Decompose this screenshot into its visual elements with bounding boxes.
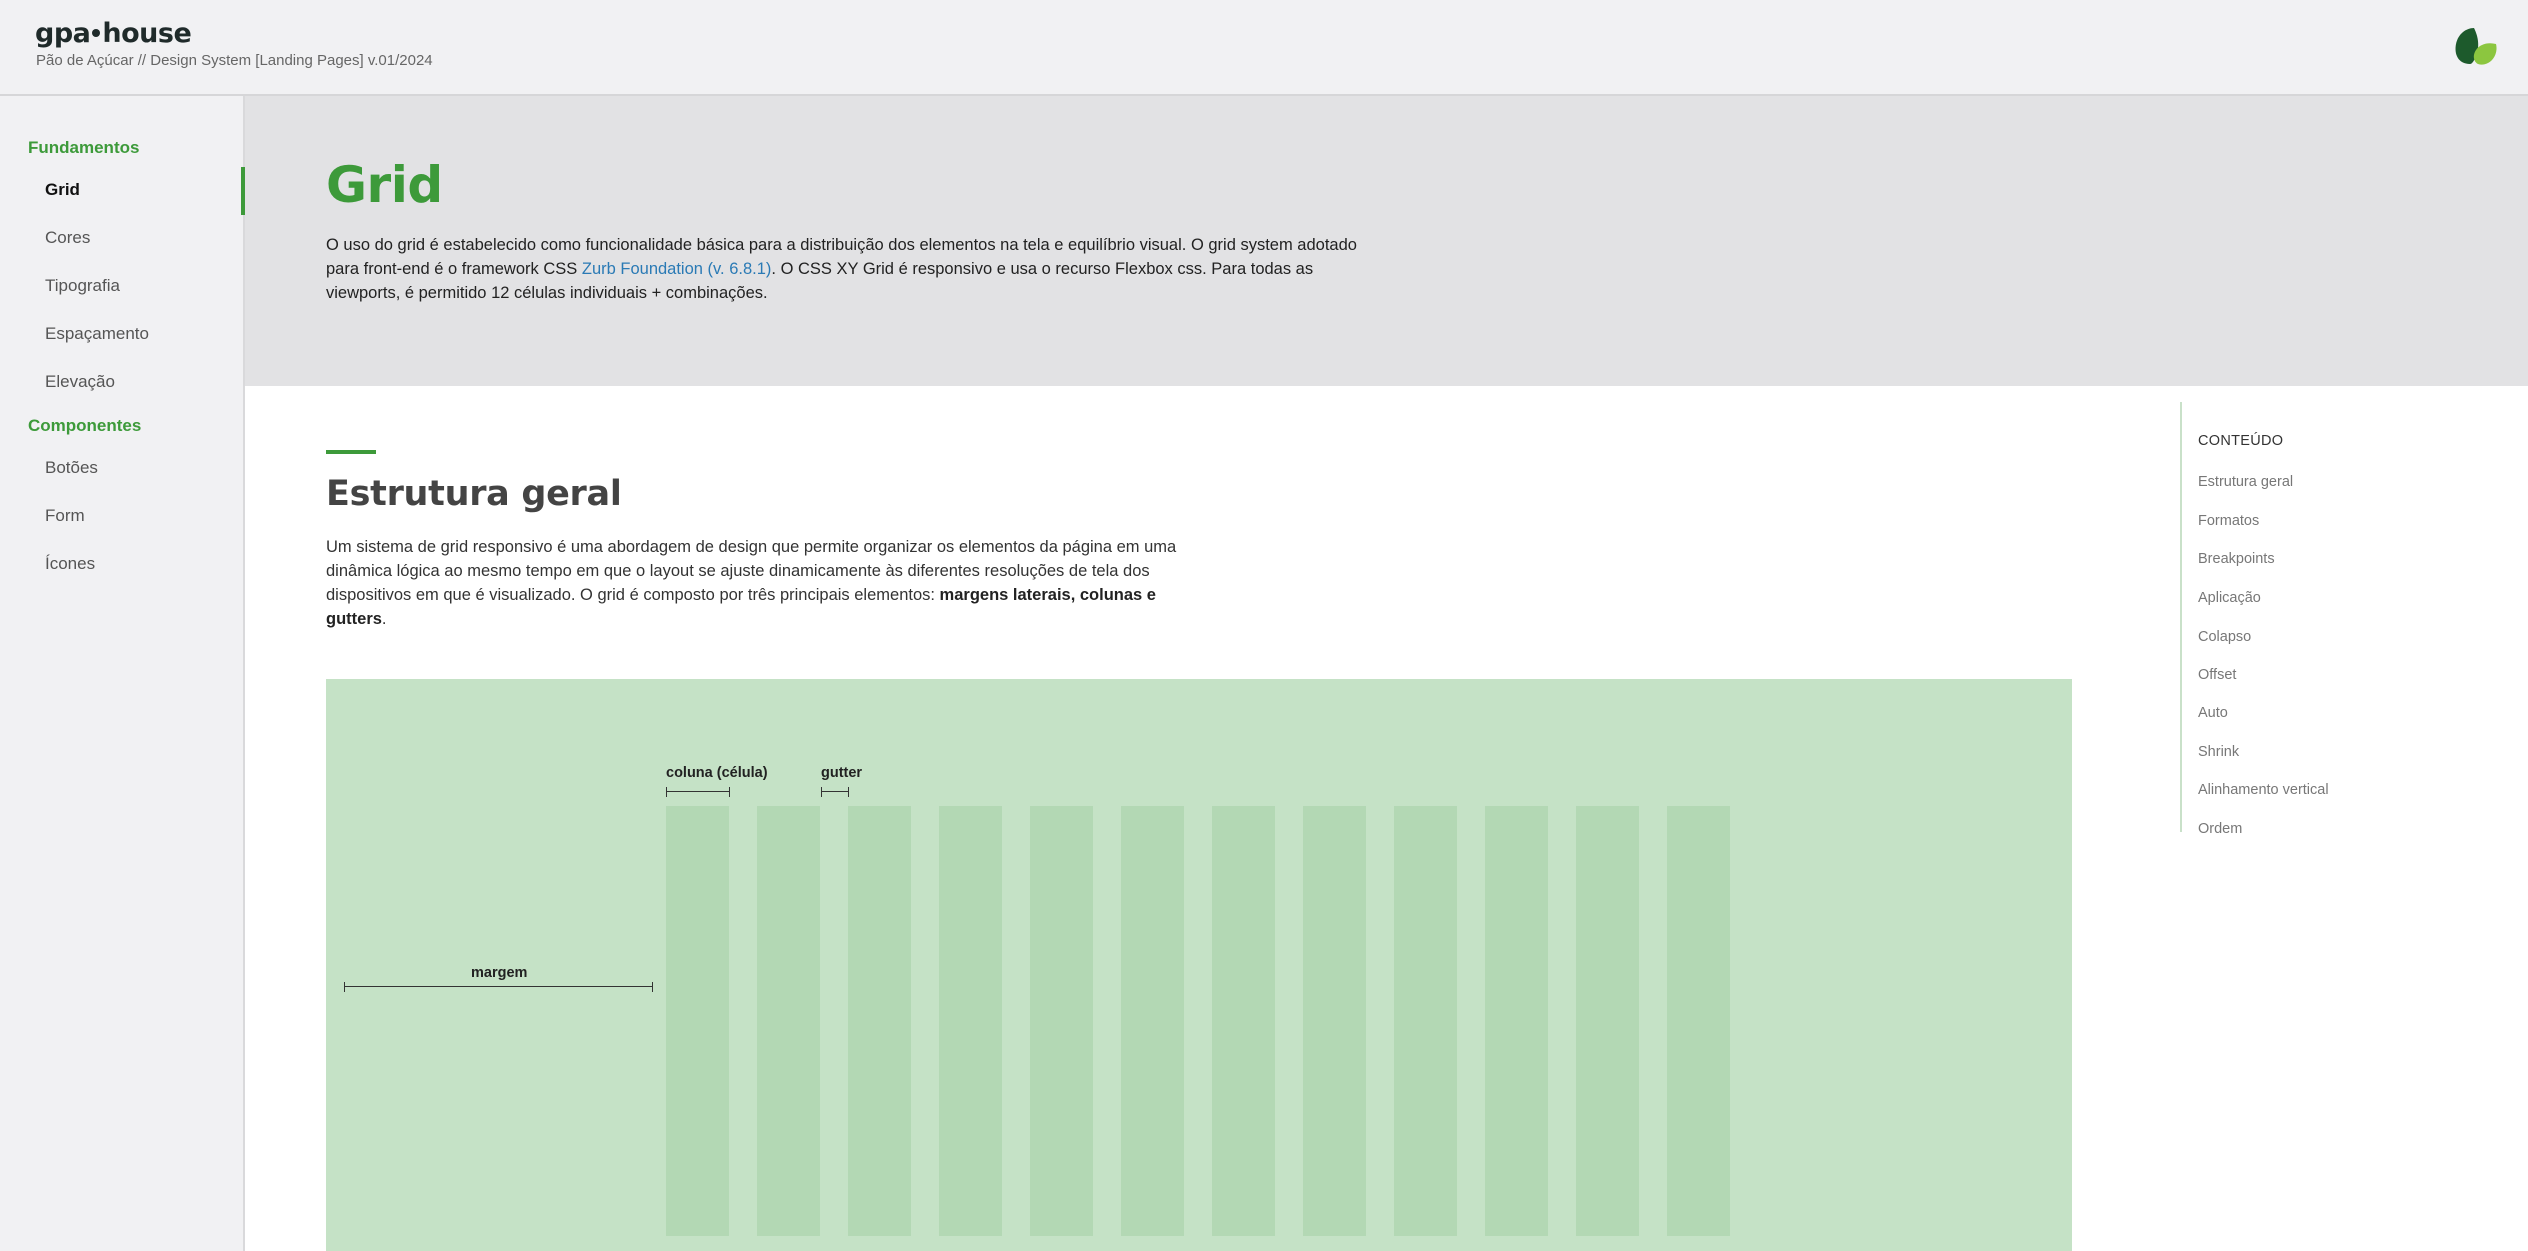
gutter-measure [821, 787, 849, 797]
toc-item-colapso[interactable]: Colapso [2198, 629, 2251, 645]
margin-measure [344, 982, 653, 992]
grid-column [1121, 806, 1184, 1236]
section-accent-line [326, 450, 376, 454]
grid-column [1394, 806, 1457, 1236]
section-description: Um sistema de grid responsivo é uma abor… [326, 535, 1196, 631]
toc-item-auto[interactable]: Auto [2198, 705, 2228, 721]
grid-column [1212, 806, 1275, 1236]
sidebar-item-form[interactable]: Form [45, 506, 85, 526]
sidebar-item-grid[interactable]: Grid [45, 180, 80, 200]
brand-dot [92, 28, 101, 37]
sidebar-item-elevacao[interactable]: Elevação [45, 372, 115, 392]
toc-item-offset[interactable]: Offset [2198, 667, 2236, 683]
sidebar-item-tipografia[interactable]: Tipografia [45, 276, 120, 296]
sidebar-item-botoes[interactable]: Botões [45, 458, 98, 478]
grid-column [1303, 806, 1366, 1236]
hero-banner: Grid O uso do grid é estabelecido como f… [245, 96, 2528, 386]
section-title: Estrutura geral [326, 474, 622, 514]
column-label: coluna (célula) [666, 765, 768, 781]
grid-column [939, 806, 1002, 1236]
leaf-logo-icon [2455, 28, 2497, 65]
page-title: Grid [326, 156, 443, 214]
zurb-foundation-link[interactable]: Zurb Foundation (v. 6.8.1) [582, 260, 772, 278]
toc-item-estrutura-geral[interactable]: Estrutura geral [2198, 474, 2293, 490]
toc-item-formatos[interactable]: Formatos [2198, 513, 2259, 529]
grid-column [1030, 806, 1093, 1236]
toc-item-shrink[interactable]: Shrink [2198, 744, 2239, 760]
grid-column [1667, 806, 1730, 1236]
grid-column [1576, 806, 1639, 1236]
gutter-label: gutter [821, 765, 863, 781]
sidebar-section-fundamentos[interactable]: Fundamentos [28, 138, 139, 158]
column-measure [666, 787, 730, 797]
top-header: gpa house Pão de Açúcar // Design System … [0, 0, 2528, 96]
grid-column [666, 806, 729, 1236]
grid-column [757, 806, 820, 1236]
toc-item-breakpoints[interactable]: Breakpoints [2198, 551, 2275, 567]
grid-column [848, 806, 911, 1236]
grid-column [1485, 806, 1548, 1236]
page-subtitle: Pão de Açúcar // Design System [Landing … [36, 52, 433, 69]
brand-part-left: gpa [35, 18, 91, 49]
sidebar-section-componentes[interactable]: Componentes [28, 416, 141, 436]
toc-heading: CONTEÚDO [2198, 433, 2284, 449]
margin-label: margem [471, 965, 528, 981]
toc-item-alinhamento-vertical[interactable]: Alinhamento vertical [2198, 782, 2329, 798]
grid-illustration: coluna (célula) gutter margem [326, 679, 2072, 1251]
brand-logo[interactable]: gpa house [35, 18, 192, 49]
sidebar-item-cores[interactable]: Cores [45, 228, 90, 248]
section-text-part: . [381, 610, 387, 628]
toc-item-ordem[interactable]: Ordem [2198, 821, 2242, 837]
hero-description: O uso do grid é estabelecido como funcio… [326, 233, 1386, 305]
sidebar-nav: Fundamentos Grid Cores Tipografia Espaça… [0, 96, 245, 1251]
toc-item-aplicacao[interactable]: Aplicação [2198, 590, 2261, 606]
sidebar-item-icones[interactable]: Ícones [45, 554, 95, 574]
brand-part-right: house [102, 18, 192, 49]
sidebar-item-espacamento[interactable]: Espaçamento [45, 324, 149, 344]
toc-divider [2180, 402, 2182, 832]
